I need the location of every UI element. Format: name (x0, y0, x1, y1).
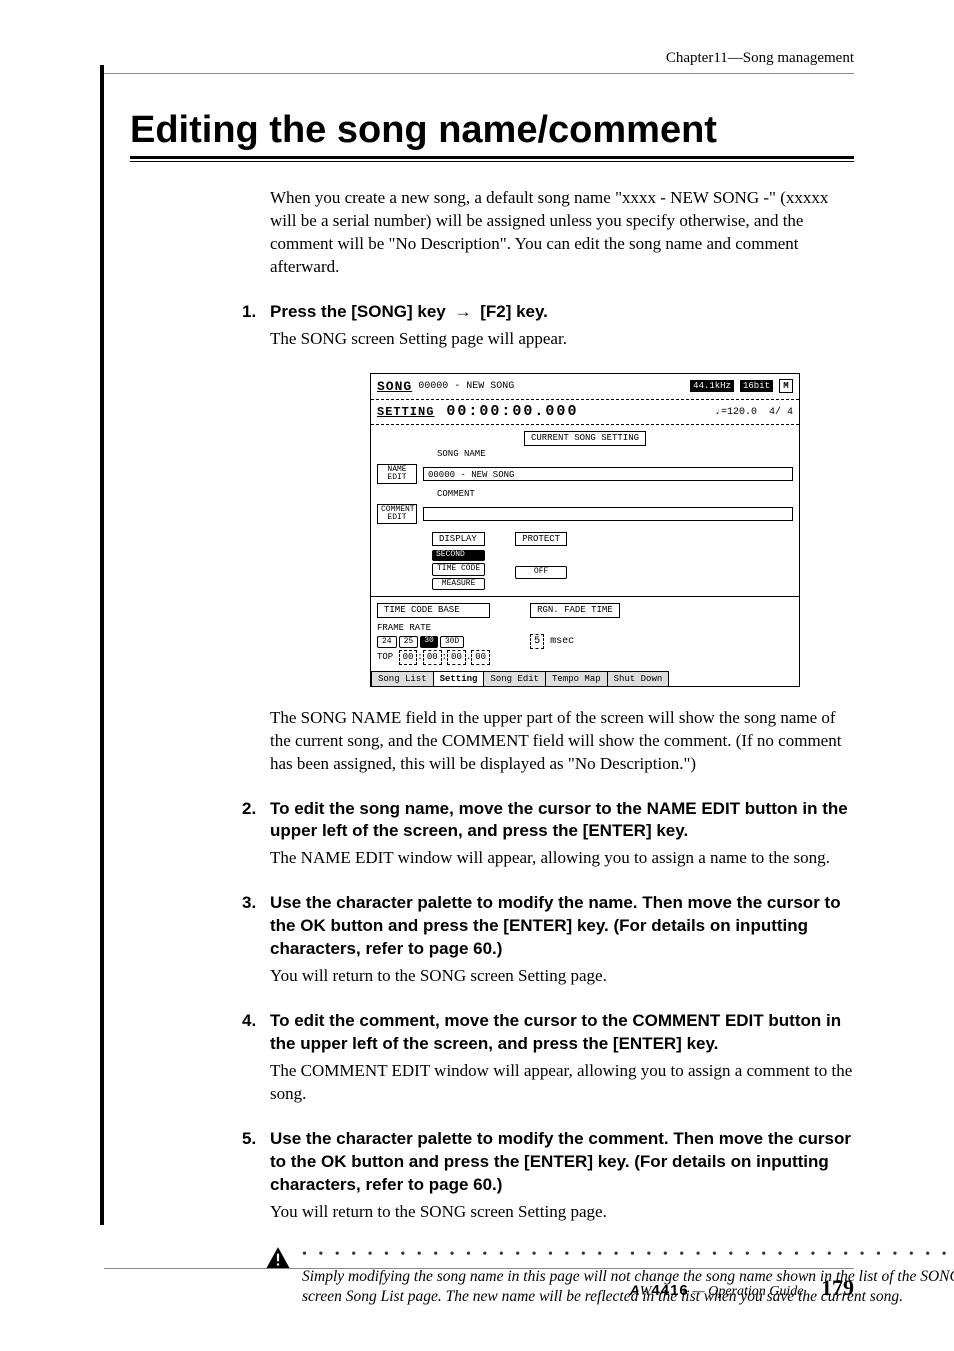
lcd-timecode: 00:00:00.000 (446, 402, 578, 422)
step-number: 5. (242, 1128, 270, 1197)
lcd-fr-25[interactable]: 25 (399, 636, 419, 649)
step-number: 1. (242, 301, 270, 324)
lcd-protect-label: PROTECT (515, 532, 567, 546)
lcd-protect-value[interactable]: OFF (515, 566, 567, 579)
lcd-fade-value[interactable]: 5 (530, 634, 544, 650)
footer-model: 4416 (651, 1282, 688, 1299)
lcd-screenshot: SONG 00000 - NEW SONG 44.1kHz 16bit M SE… (370, 373, 855, 687)
lcd-fr-24[interactable]: 24 (377, 636, 397, 649)
page-number: 179 (821, 1275, 854, 1300)
page-footer: AW4416 — Operation Guide 179 (104, 1268, 854, 1301)
step-body: The SONG screen Setting page will appear… (270, 328, 855, 351)
arrow-icon: → (450, 302, 475, 321)
lcd-display-timecode[interactable]: TIME CODE (432, 563, 485, 576)
lcd-samplerate-badge: 44.1kHz (690, 380, 734, 392)
lcd-display-second[interactable]: SECOND (432, 550, 485, 561)
step-number: 3. (242, 892, 270, 961)
intro-paragraph: When you create a new song, a default so… (270, 187, 855, 279)
step-heading: To edit the comment, move the cursor to … (270, 1010, 855, 1056)
lcd-display-measure[interactable]: MEASURE (432, 578, 485, 591)
step-head-post: [F2] key. (475, 302, 547, 321)
step-body: The COMMENT EDIT window will appear, all… (270, 1060, 855, 1106)
lcd-tcb-label: TIME CODE BASE (377, 603, 490, 617)
step-3: 3. Use the character palette to modify t… (270, 892, 855, 988)
page-title: Editing the song name/comment (130, 109, 854, 152)
lcd-title: SONG (377, 378, 412, 396)
lcd-top-s[interactable]: 00 (447, 650, 466, 664)
step-1: 1. Press the [SONG] key → [F2] key. The … (270, 301, 855, 351)
lcd-top-f[interactable]: 00 (471, 650, 490, 664)
lcd-tab-songedit[interactable]: Song Edit (484, 671, 546, 686)
lcd-top-label: TOP (377, 652, 393, 662)
lcd-fr-30d[interactable]: 30D (440, 636, 464, 649)
step-number: 4. (242, 1010, 270, 1056)
lcd-comment-label: COMMENT (437, 488, 793, 500)
lcd-tab-shutdown[interactable]: Shut Down (608, 671, 670, 686)
lcd-tempo: ♩=120.0 (715, 406, 757, 420)
lcd-m-icon: M (779, 379, 793, 393)
lcd-fade-unit: msec (550, 636, 574, 647)
title-rule-thin (130, 161, 854, 162)
warning-icon (264, 1246, 292, 1270)
lcd-fade-label: RGN. FADE TIME (530, 603, 620, 617)
step-heading: Use the character palette to modify the … (270, 892, 855, 961)
lcd-fr-30[interactable]: 30 (420, 636, 438, 649)
dot-leader: • • • • • • • • • • • • • • • • • • • • … (302, 1246, 954, 1265)
lcd-bitdepth-badge: 16bit (740, 380, 773, 392)
step-head-pre: Press the [SONG] key (270, 302, 450, 321)
step-5: 5. Use the character palette to modify t… (270, 1128, 855, 1224)
comment-edit-button[interactable]: COMMENT EDIT (377, 504, 417, 524)
step-body: You will return to the SONG screen Setti… (270, 1201, 855, 1224)
lcd-top-h[interactable]: 00 (399, 650, 418, 664)
lcd-songname-label: SONG NAME (437, 448, 793, 460)
step-4: 4. To edit the comment, move the cursor … (270, 1010, 855, 1106)
lcd-top-m[interactable]: 00 (423, 650, 442, 664)
lcd-tab-tempomap[interactable]: Tempo Map (546, 671, 608, 686)
name-edit-button[interactable]: NAME EDIT (377, 464, 417, 484)
step-number: 2. (242, 798, 270, 844)
header-rule (100, 73, 854, 74)
lcd-tab-setting[interactable]: Setting (434, 671, 485, 686)
lcd-song-id: 00000 - NEW SONG (418, 380, 514, 394)
step-heading: Press the [SONG] key → [F2] key. (270, 301, 548, 324)
lcd-display-label: DISPLAY (432, 532, 485, 546)
lcd-framerate-label: FRAME RATE (377, 622, 490, 634)
side-vertical-rule (100, 65, 104, 1225)
step-body: The NAME EDIT window will appear, allowi… (270, 847, 855, 870)
lcd-setting-label: SETTING (377, 404, 434, 420)
lcd-comment-field[interactable] (423, 507, 793, 521)
step-body: You will return to the SONG screen Setti… (270, 965, 855, 988)
step-heading: To edit the song name, move the cursor t… (270, 798, 855, 844)
after-screenshot-paragraph: The SONG NAME field in the upper part of… (270, 707, 855, 776)
footer-guide: — Operation Guide (689, 1284, 804, 1299)
step-2: 2. To edit the song name, move the curso… (270, 798, 855, 871)
lcd-group-title: CURRENT SONG SETTING (524, 431, 646, 445)
chapter-header: Chapter11—Song management (100, 50, 854, 67)
lcd-tab-songlist[interactable]: Song List (371, 671, 434, 686)
title-rule-thick (130, 156, 854, 159)
lcd-timesig: 4/ 4 (769, 406, 793, 420)
step-heading: Use the character palette to modify the … (270, 1128, 855, 1197)
